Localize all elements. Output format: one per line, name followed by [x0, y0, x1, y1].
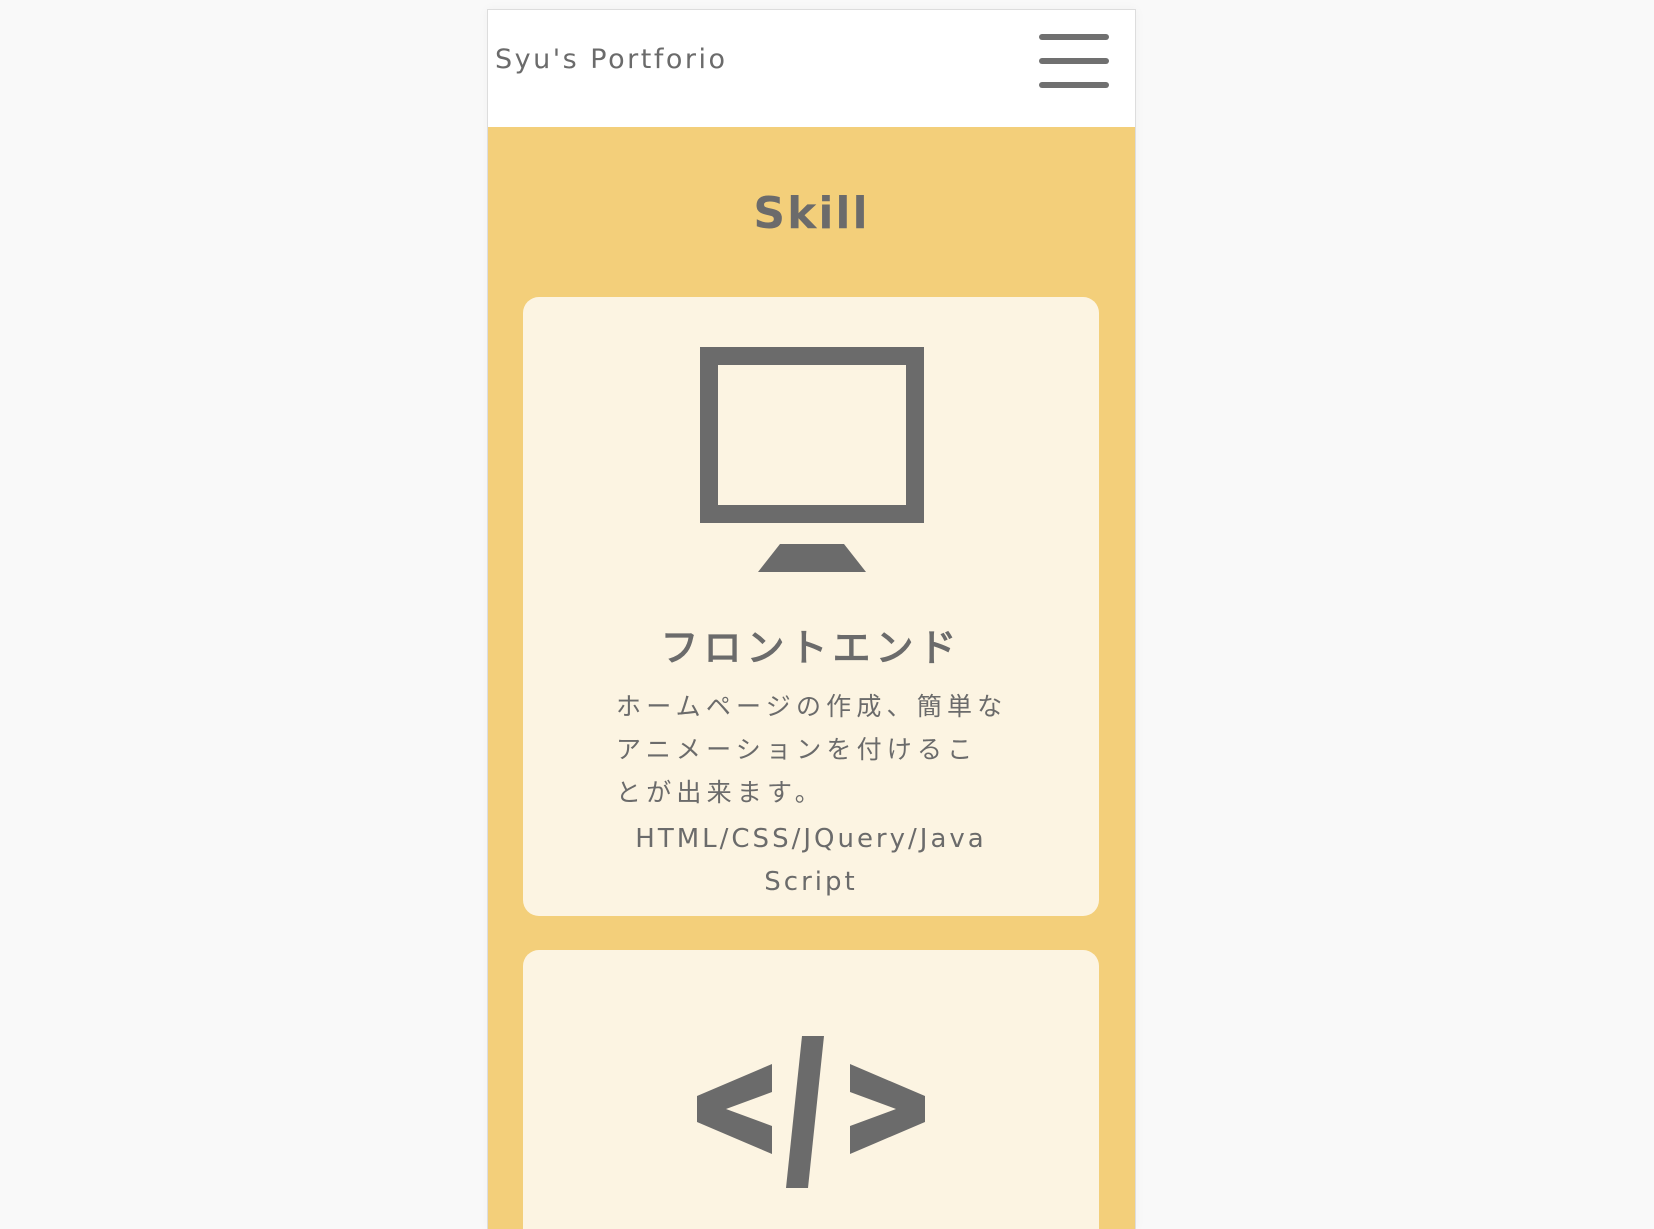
card-tech-list: HTML/CSS/JQuery/Java Script — [583, 818, 1039, 904]
code-icon — [697, 1036, 925, 1188]
menu-bar — [1039, 34, 1109, 40]
tech-line: Script — [764, 867, 858, 897]
description-line: とが出来ます。 — [616, 778, 825, 807]
description-line: ホームページの作成、簡単な — [616, 692, 1008, 721]
skill-section-title: Skill — [753, 188, 870, 239]
card-heading: フロントエンド — [660, 626, 962, 670]
hamburger-menu-icon[interactable] — [1039, 34, 1109, 92]
menu-bar — [1039, 58, 1109, 64]
card-description: ホームページの作成、簡単な アニメーションを付けるこ とが出来ます。 — [616, 685, 1026, 814]
menu-bar — [1039, 82, 1109, 88]
phone-viewport: Syu's Portforio Skill フロントエンド ホームページの作成、… — [487, 9, 1136, 1229]
skill-card-backend — [523, 950, 1099, 1229]
description-line: アニメーションを付けるこ — [616, 735, 978, 764]
site-title[interactable]: Syu's Portforio — [495, 44, 727, 75]
monitor-icon — [700, 347, 924, 572]
site-header: Syu's Portforio — [488, 10, 1135, 127]
skill-card-frontend: フロントエンド ホームページの作成、簡単な アニメーションを付けるこ とが出来ま… — [523, 297, 1099, 916]
tech-line: HTML/CSS/JQuery/Java — [635, 824, 987, 854]
